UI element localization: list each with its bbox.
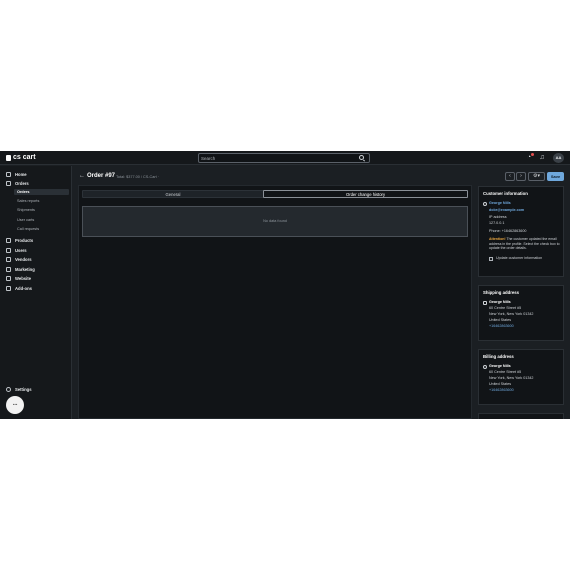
notification-dot	[531, 153, 534, 156]
billing-country: United States	[489, 382, 512, 386]
sidebar-sub-user-carts[interactable]: User carts	[17, 217, 34, 223]
sidebar-item-label: Orders	[15, 180, 29, 186]
tab-order-change-history[interactable]: Order change history	[263, 190, 468, 198]
website-icon	[6, 275, 11, 281]
customer-name-link[interactable]: George Nills	[489, 201, 511, 205]
shipping-city: New York, New York 01342	[489, 312, 534, 316]
sidebar-item-vendors[interactable]: Vendors	[6, 256, 32, 262]
store-logo[interactable]: ●●●	[6, 396, 24, 414]
sidebar-item-products[interactable]: Products	[6, 237, 33, 243]
shipping-phone-link[interactable]: +16462863600	[489, 324, 514, 328]
products-icon	[6, 237, 11, 243]
user-icon	[483, 202, 487, 206]
notifications-icon[interactable]: ◔	[525, 153, 534, 162]
sidebar-sub-orders[interactable]: Orders	[14, 189, 69, 195]
order-summary: Total: $377.00 / CS-Cart ·	[116, 175, 160, 179]
billing-city: New York, New York 01342	[489, 376, 534, 380]
sidebar-sub-sales-reports[interactable]: Sales reports	[17, 198, 39, 204]
search-icon[interactable]	[359, 155, 364, 160]
users-icon	[6, 247, 11, 253]
save-button[interactable]: Save	[547, 172, 564, 181]
customer-email-link[interactable]: dobr@example.com	[489, 208, 524, 212]
card-title: Billing address	[483, 354, 514, 359]
sidebar-item-label: Settings	[15, 386, 32, 392]
sidebar-item-addons[interactable]: Add-ons	[6, 285, 32, 291]
back-arrow-icon[interactable]: ←	[79, 173, 85, 179]
bell-icon[interactable]: ♫	[538, 154, 546, 162]
search-box[interactable]	[198, 153, 370, 163]
shipping-street: 60 Centre Street #5	[489, 306, 522, 310]
sidebar-item-label: Add-ons	[15, 285, 32, 291]
logo-icon	[6, 154, 11, 161]
cs-cart-logo[interactable]: cs cart	[6, 154, 36, 161]
attention-label: Attention!	[489, 237, 506, 241]
sidebar-item-label: Vendors	[15, 256, 32, 262]
billing-phone-link[interactable]: +16462863600	[489, 388, 514, 392]
vendors-icon	[6, 256, 11, 262]
sidebar-item-users[interactable]: Users	[6, 247, 27, 253]
ip-value: 127.0.0.1	[489, 221, 505, 225]
sidebar-item-label: Products	[15, 237, 34, 243]
tab-general[interactable]: General	[82, 190, 264, 198]
update-customer-label: Update customer information	[496, 256, 543, 260]
page-title: Order #97	[87, 173, 116, 179]
sidebar-item-label: Users	[15, 247, 27, 253]
sidebar-item-marketing[interactable]: Marketing	[6, 266, 35, 272]
gear-icon: ⚙▾	[533, 173, 540, 179]
gear-icon	[6, 386, 11, 392]
top-bar: cs cart ◔ ♫ AA	[0, 151, 570, 165]
truck-icon	[483, 301, 487, 305]
card-title: Shipping address	[483, 290, 520, 295]
previous-order-button[interactable]: ‹	[505, 172, 515, 181]
search-input[interactable]	[201, 154, 351, 162]
sidebar-item-label: Marketing	[15, 266, 35, 272]
next-order-button[interactable]: ›	[516, 172, 526, 181]
shipping-name: George Nills	[489, 300, 511, 304]
next-card	[478, 413, 564, 419]
sidebar-sub-call-requests[interactable]: Call requests	[17, 226, 39, 232]
update-customer-checkbox[interactable]	[489, 257, 493, 261]
customer-phone: Phone: +16462863600	[489, 229, 527, 233]
app-window: cs cart ◔ ♫ AA Home Orders Orders Sales …	[0, 151, 570, 419]
billing-icon	[483, 365, 487, 369]
ip-label: IP address	[489, 215, 507, 219]
sidebar-item-home[interactable]: Home	[6, 171, 27, 177]
gear-menu-button[interactable]: ⚙▾	[528, 172, 545, 181]
sidebar-sub-shipments[interactable]: Shipments	[17, 207, 35, 213]
shipping-country: United States	[489, 318, 512, 322]
orders-icon	[6, 180, 11, 186]
logo-text: cs cart	[13, 154, 36, 161]
sidebar-item-orders[interactable]: Orders	[6, 180, 29, 186]
avatar[interactable]: AA	[553, 153, 564, 163]
main-panel: General Order change history No data fou…	[78, 185, 472, 419]
card-title: Customer information	[483, 191, 528, 196]
billing-name: George Nills	[489, 364, 511, 368]
customer-info-card: Customer information George Nills dobr@e…	[478, 186, 564, 277]
sidebar: Home Orders Orders Sales reports Shipmen…	[0, 166, 72, 419]
billing-address-card: Billing address George Nills 60 Centre S…	[478, 349, 564, 405]
sidebar-item-settings[interactable]: Settings	[6, 386, 32, 392]
no-data-message: No data found	[82, 206, 468, 237]
addons-icon	[6, 285, 11, 291]
marketing-icon	[6, 266, 11, 272]
shipping-address-card: Shipping address George Nills 60 Centre …	[478, 285, 564, 341]
attention-note: Attention! The customer updated the emai…	[489, 237, 563, 251]
home-icon	[6, 171, 11, 177]
sidebar-item-label: Website	[15, 275, 31, 281]
sidebar-item-label: Home	[15, 171, 27, 177]
billing-street: 60 Centre Street #5	[489, 370, 522, 374]
sidebar-item-website[interactable]: Website	[6, 275, 31, 281]
